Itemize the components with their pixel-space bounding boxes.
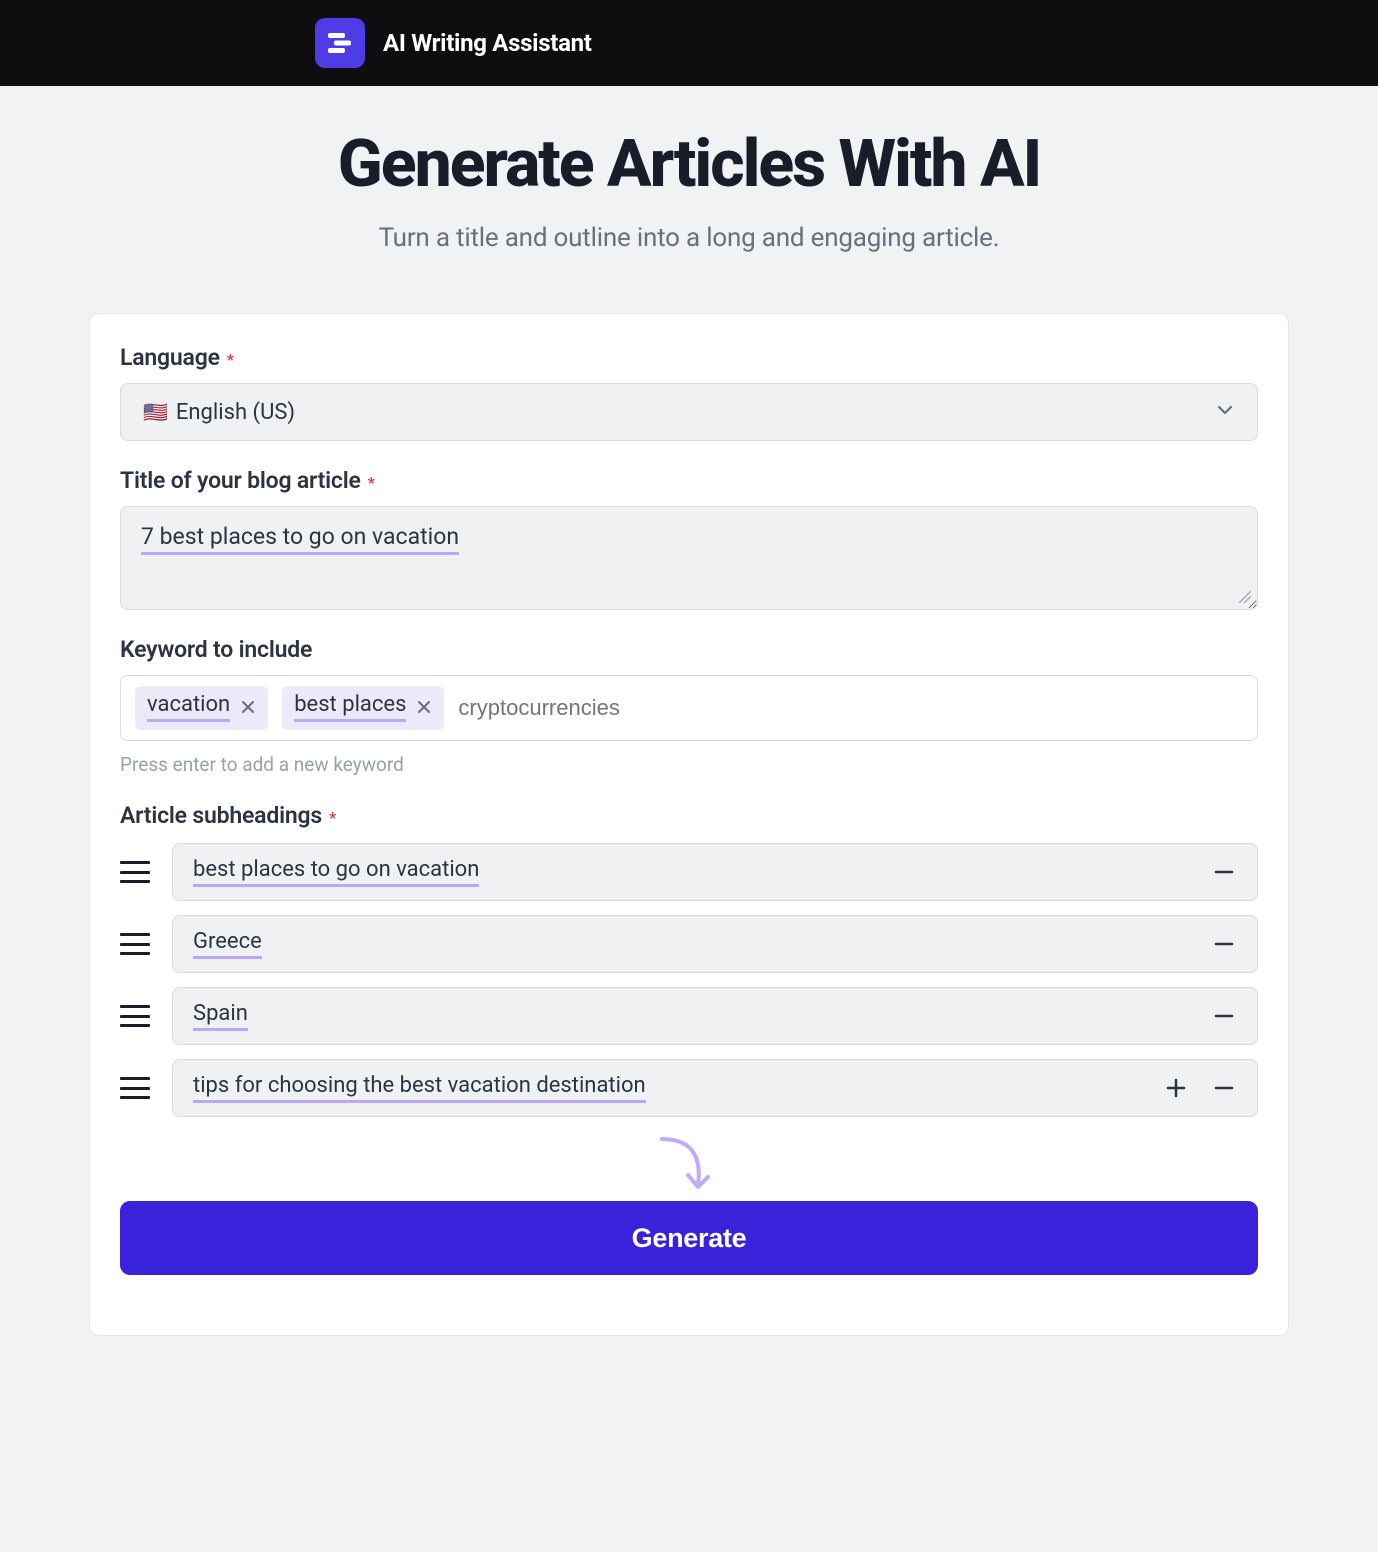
page-subtitle: Turn a title and outline into a long and… xyxy=(0,223,1378,253)
keywords-input-box[interactable]: vacation best places xyxy=(120,675,1258,741)
pointer-arrow xyxy=(120,1131,1258,1201)
title-value: 7 best places to go on vacation xyxy=(141,523,459,555)
subheading-input[interactable]: tips for choosing the best vacation dest… xyxy=(172,1059,1258,1117)
keywords-label: Keyword to include xyxy=(120,636,312,663)
language-select[interactable]: 🇺🇸 English (US) xyxy=(120,383,1258,441)
remove-subheading-button[interactable] xyxy=(1211,859,1237,885)
keyword-chip[interactable]: best places xyxy=(282,686,444,730)
page-title: Generate Articles With AI xyxy=(0,126,1378,203)
subheading-text: tips for choosing the best vacation dest… xyxy=(193,1073,646,1103)
top-bar: AI Writing Assistant xyxy=(0,0,1378,86)
subheading-row: best places to go on vacation xyxy=(120,843,1258,901)
subheading-row: Greece xyxy=(120,915,1258,973)
page-body: Generate Articles With AI Turn a title a… xyxy=(0,86,1378,1336)
title-label: Title of your blog article xyxy=(120,467,361,494)
close-icon[interactable] xyxy=(240,699,256,715)
keywords-text-input[interactable] xyxy=(458,695,1243,721)
add-subheading-button[interactable] xyxy=(1163,1075,1189,1101)
required-asterisk: * xyxy=(368,473,375,492)
language-field: Language * 🇺🇸 English (US) xyxy=(120,344,1258,441)
required-asterisk: * xyxy=(227,350,234,369)
keyword-chip-text: best places xyxy=(294,692,406,722)
subheading-text: best places to go on vacation xyxy=(193,857,479,887)
app-logo xyxy=(315,18,365,68)
app-title: AI Writing Assistant xyxy=(383,29,592,57)
language-label: Language xyxy=(120,344,220,371)
drag-handle-icon[interactable] xyxy=(120,1005,150,1027)
remove-subheading-button[interactable] xyxy=(1211,1075,1237,1101)
drag-handle-icon[interactable] xyxy=(120,933,150,955)
keywords-field: Keyword to include vacation best places P… xyxy=(120,636,1258,776)
resize-handle-icon[interactable] xyxy=(1237,589,1251,603)
keywords-hint: Press enter to add a new keyword xyxy=(120,753,1258,776)
form-card: Language * 🇺🇸 English (US) Title of your… xyxy=(89,313,1289,1336)
subheadings-label: Article subheadings xyxy=(120,802,322,829)
close-icon[interactable] xyxy=(416,699,432,715)
keyword-chip[interactable]: vacation xyxy=(135,686,268,730)
remove-subheading-button[interactable] xyxy=(1211,1003,1237,1029)
drag-handle-icon[interactable] xyxy=(120,861,150,883)
remove-subheading-button[interactable] xyxy=(1211,931,1237,957)
chevron-down-icon xyxy=(1215,400,1235,424)
subheading-input[interactable]: Greece xyxy=(172,915,1258,973)
title-field: Title of your blog article * 7 best plac… xyxy=(120,467,1258,610)
flag-icon: 🇺🇸 xyxy=(143,400,168,424)
subheading-input[interactable]: best places to go on vacation xyxy=(172,843,1258,901)
subheading-row: tips for choosing the best vacation dest… xyxy=(120,1059,1258,1117)
subheading-row: Spain xyxy=(120,987,1258,1045)
subheading-text: Spain xyxy=(193,1001,248,1031)
required-asterisk: * xyxy=(329,808,336,827)
drag-handle-icon[interactable] xyxy=(120,1077,150,1099)
title-textarea[interactable]: 7 best places to go on vacation xyxy=(120,506,1258,610)
generate-button[interactable]: Generate xyxy=(120,1201,1258,1275)
language-value: English (US) xyxy=(176,400,295,425)
subheading-input[interactable]: Spain xyxy=(172,987,1258,1045)
subheadings-field: Article subheadings * best places to go … xyxy=(120,802,1258,1117)
keyword-chip-text: vacation xyxy=(147,692,230,722)
subheading-text: Greece xyxy=(193,929,262,959)
